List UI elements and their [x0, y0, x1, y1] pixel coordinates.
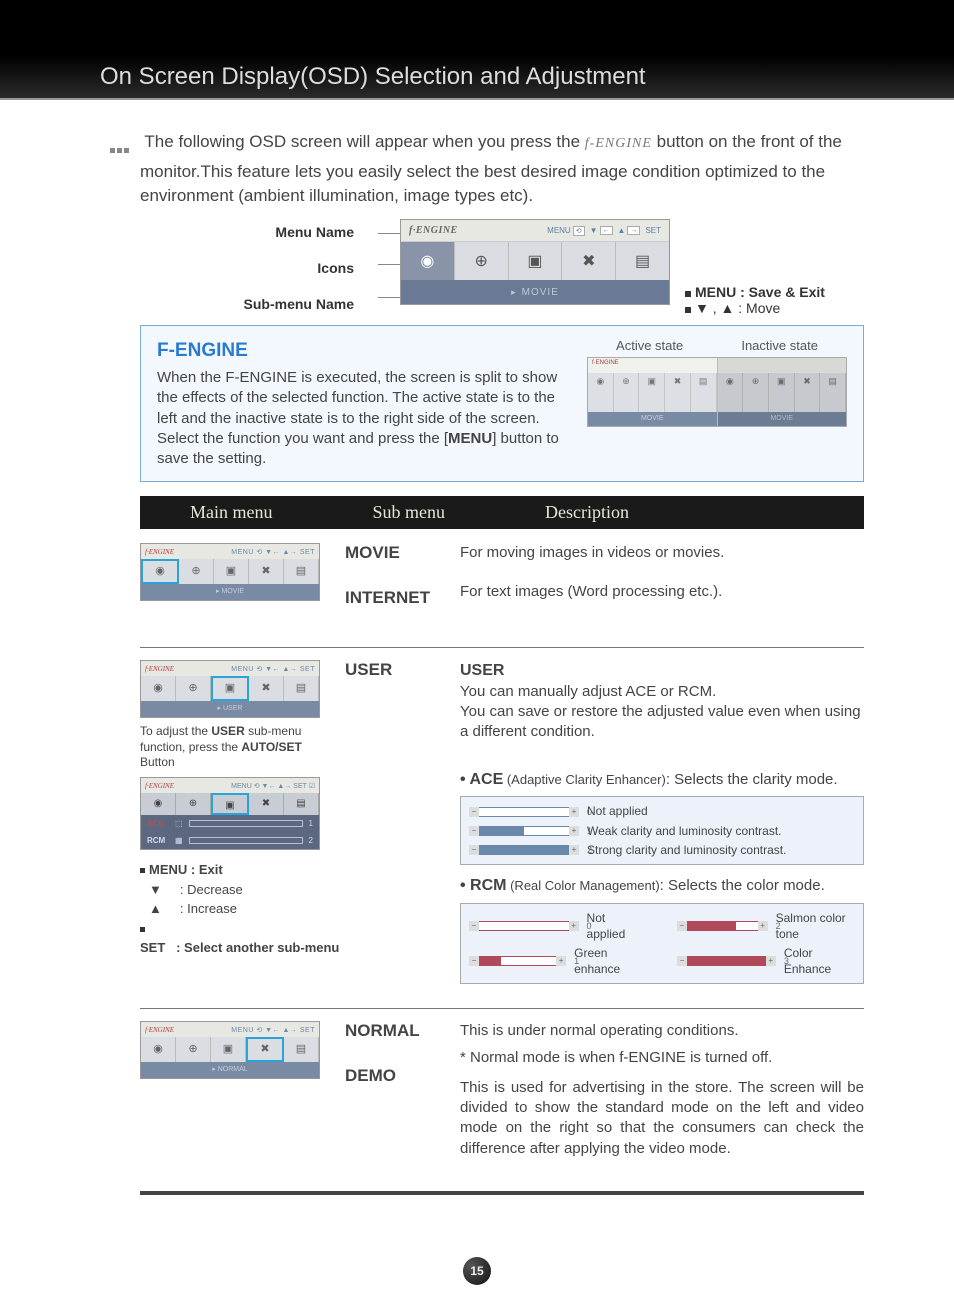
desc-demo: This is used for advertising in the stor…: [460, 1078, 864, 1159]
intro-text-a: The following OSD screen will appear whe…: [144, 132, 584, 151]
thumb-ace-rcm: f·ENGINEMENU ⟲ ▼← ▲→ SET ☑ ◉⊕▣✖▤ ACE⬚1 R…: [140, 777, 320, 850]
user-adjust-note: To adjust the USER sub-menu function, pr…: [140, 724, 325, 771]
osd-brand-logo: f·ENGINE: [409, 225, 458, 236]
fengine-button-label: f-ENGINE: [585, 136, 652, 151]
movie-icon: ◉: [401, 242, 455, 280]
thumb-movie: f·ENGINEMENU ⟲ ▼← ▲→ SET ◉⊕▣✖▤ MOVIE: [140, 543, 320, 601]
page-header-band: On Screen Display(OSD) Selection and Adj…: [0, 0, 954, 100]
bullet-dots: [110, 136, 140, 160]
submenu-demo: DEMO: [345, 1066, 440, 1086]
thumb-user: f·ENGINEMENU ⟲ ▼← ▲→ SET ◉⊕▣✖▤ USER: [140, 660, 320, 718]
label-menu-name: Menu Name: [244, 224, 354, 240]
inactive-state-label: Inactive state: [741, 338, 818, 353]
label-icons: Icons: [244, 260, 354, 276]
osd-submenu: MOVIE: [401, 280, 669, 304]
ace-options: −+0Not applied −+1Weak clarity and lumin…: [460, 796, 864, 865]
section-movie-internet: f·ENGINEMENU ⟲ ▼← ▲→ SET ◉⊕▣✖▤ MOVIE MOV…: [140, 543, 864, 648]
user-heading: USER: [460, 662, 504, 679]
user-body: You can manually adjust ACE or RCM. You …: [460, 682, 864, 743]
rcm-options: −+0Not applied −+1Green enhance −+2Salmo…: [460, 903, 864, 985]
col-sub-menu: Sub menu: [373, 502, 446, 523]
desc-movie: For moving images in videos or movies.: [460, 543, 864, 563]
thumb-normal: f·ENGINEMENU ⟲ ▼← ▲→ SET ◉⊕▣✖▤ NORMAL: [140, 1021, 320, 1079]
osd-side-legend: MENU : Save & Exit ▼ , ▲ : Move: [685, 284, 825, 316]
submenu-movie: MOVIE: [345, 543, 440, 563]
user-icon: ▣: [509, 242, 563, 280]
label-sub-menu-name: Sub-menu Name: [244, 296, 354, 312]
active-state-label: Active state: [616, 338, 683, 353]
osd-preview-box: f·ENGINE MENU⟲ ▼← ▲→ SET ◉ ⊕ ▣ ✖ ▤ MOVIE: [400, 219, 670, 305]
page-number: 15: [463, 1257, 491, 1285]
submenu-normal: NORMAL: [345, 1021, 440, 1041]
normal-icon: ✖: [562, 242, 616, 280]
section-user: f·ENGINEMENU ⟲ ▼← ▲→ SET ◉⊕▣✖▤ USER To a…: [140, 660, 864, 1009]
split-state-preview: f·ENGINE ◉⊕▣✖▤ MOVIE ◉⊕▣✖▤ MOVIE: [587, 357, 847, 427]
desc-internet: For text images (Word processing etc.).: [460, 582, 864, 602]
page-title: On Screen Display(OSD) Selection and Adj…: [0, 55, 954, 100]
section-normal-demo: f·ENGINEMENU ⟲ ▼← ▲→ SET ◉⊕▣✖▤ NORMAL NO…: [140, 1021, 864, 1179]
fengine-info-box: F-ENGINE When the F-ENGINE is executed, …: [140, 325, 864, 482]
desc-normal-b: * Normal mode is when f-ENGINE is turned…: [460, 1048, 864, 1068]
intro-paragraph: The following OSD screen will appear whe…: [140, 130, 864, 207]
submenu-user: USER: [345, 660, 440, 680]
osd-diagram: Menu Name Icons Sub-menu Name f·ENGINE M…: [190, 219, 864, 305]
legend-menu: MENU : Save & Exit: [695, 284, 825, 300]
control-legend: MENU : Exit ▼ : Decrease ▲ : Increase SE…: [140, 860, 325, 958]
table-header-row: Main menu Sub menu Description: [140, 496, 864, 529]
bottom-rule: [140, 1191, 864, 1195]
col-main-menu: Main menu: [190, 502, 273, 523]
col-description: Description: [545, 502, 629, 523]
legend-arrows: ▼ , ▲ : Move: [695, 300, 780, 316]
desc-normal-a: This is under normal operating condition…: [460, 1021, 864, 1041]
internet-icon: ⊕: [455, 242, 509, 280]
submenu-internet: INTERNET: [345, 588, 440, 608]
demo-icon: ▤: [616, 242, 669, 280]
fengine-heading: F-ENGINE: [157, 338, 567, 364]
